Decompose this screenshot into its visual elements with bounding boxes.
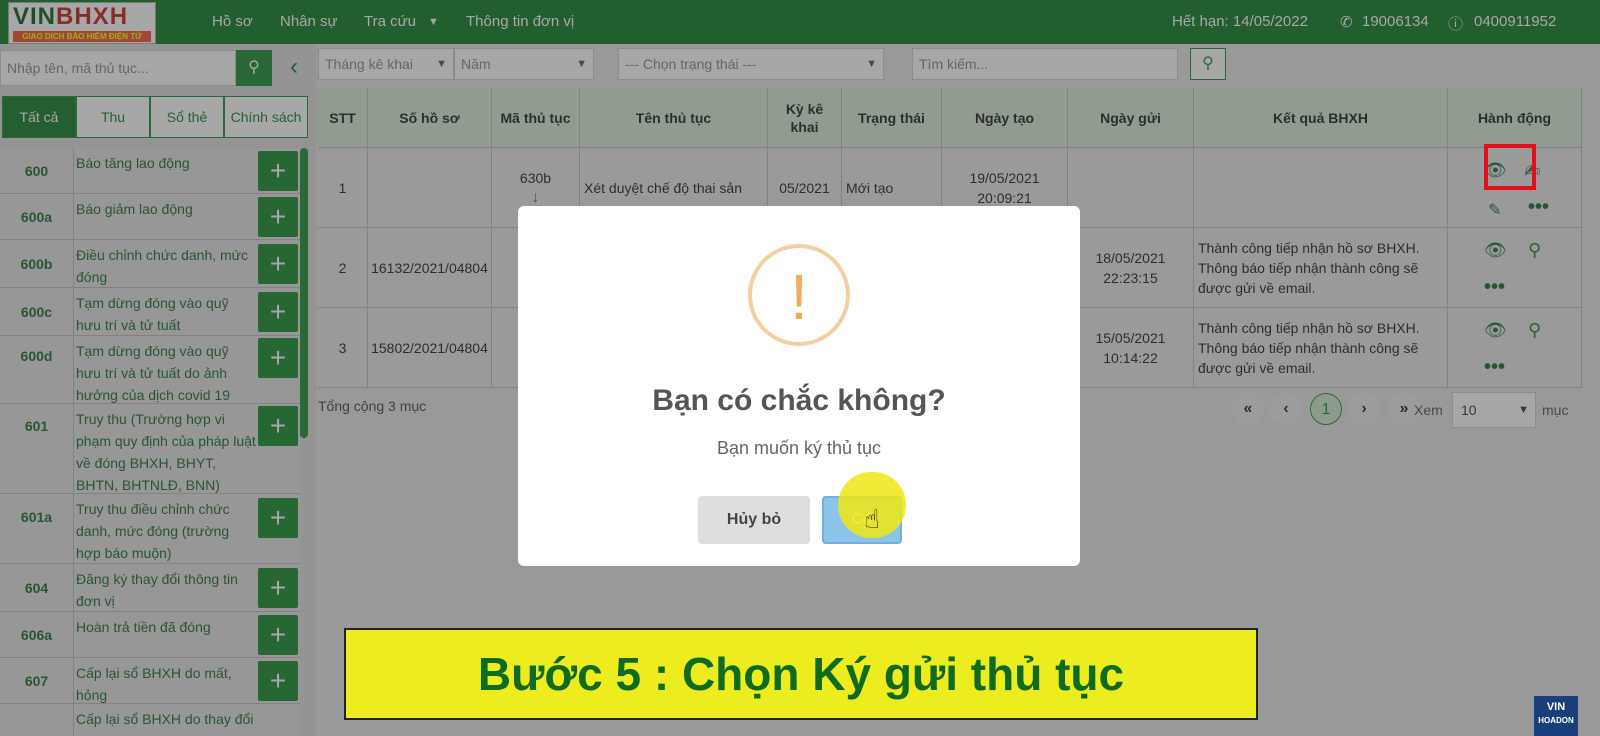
confirm-dialog: ! Bạn có chắc không? Bạn muốn ký thủ tục… xyxy=(518,206,1080,566)
hand-cursor-icon: ☝ xyxy=(864,504,880,534)
vinhoadon-logo: VIN HOADON xyxy=(1534,696,1578,736)
cancel-button[interactable]: Hủy bỏ xyxy=(698,496,810,544)
logo-top: VIN xyxy=(1546,701,1566,713)
dialog-title: Bạn có chắc không? xyxy=(652,384,946,417)
step-banner: Bước 5 : Chọn Ký gửi thủ tục xyxy=(344,628,1258,720)
dialog-text: Bạn muốn ký thủ tục xyxy=(716,438,882,458)
sign-button-highlight xyxy=(1484,144,1536,190)
warning-icon: ! xyxy=(748,244,850,346)
logo-bottom: HOADON xyxy=(1538,716,1574,725)
